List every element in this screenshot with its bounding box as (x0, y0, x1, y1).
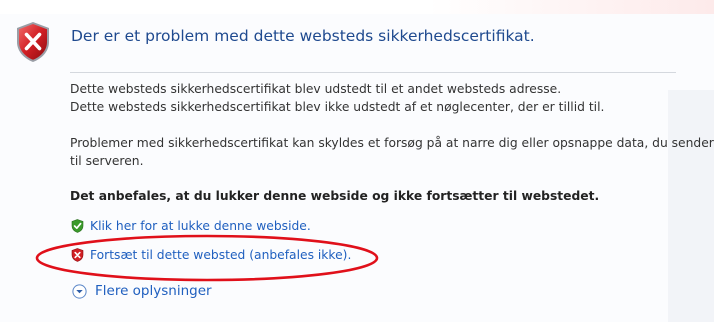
page-title: Der er et problem med dette websteds sik… (71, 27, 535, 45)
title-divider (70, 72, 676, 73)
cert-issue-line-2: Dette websteds sikkerhedscertifikat blev… (70, 100, 605, 114)
more-info-link[interactable]: Flere oplysninger (95, 283, 212, 299)
certificate-error-page: Der er et problem med dette websteds sik… (0, 0, 714, 322)
right-side-panel (668, 90, 714, 322)
recommendation-text: Det anbefales, at du lukker denne websid… (70, 189, 600, 203)
risk-explanation-line-2: til serveren. (70, 154, 144, 168)
continue-to-site-action[interactable]: Fortsæt til dette websted (anbefales ikk… (71, 246, 351, 264)
continue-to-site-link[interactable]: Fortsæt til dette websted (anbefales ikk… (90, 248, 351, 262)
expand-chevron-icon[interactable] (72, 283, 87, 299)
error-shield-icon (17, 22, 49, 62)
top-gradient-bar (0, 0, 714, 14)
close-page-link[interactable]: Klik her for at lukke denne webside. (90, 219, 311, 233)
more-info-action[interactable]: Flere oplysninger (71, 282, 212, 300)
cert-issue-line-1: Dette websteds sikkerhedscertifikat blev… (70, 82, 562, 96)
risk-explanation-line-1: Problemer med sikkerhedscertifikat kan s… (70, 136, 714, 150)
red-x-shield-icon (71, 248, 84, 262)
green-check-shield-icon (71, 219, 84, 233)
close-page-action[interactable]: Klik her for at lukke denne webside. (71, 217, 311, 235)
